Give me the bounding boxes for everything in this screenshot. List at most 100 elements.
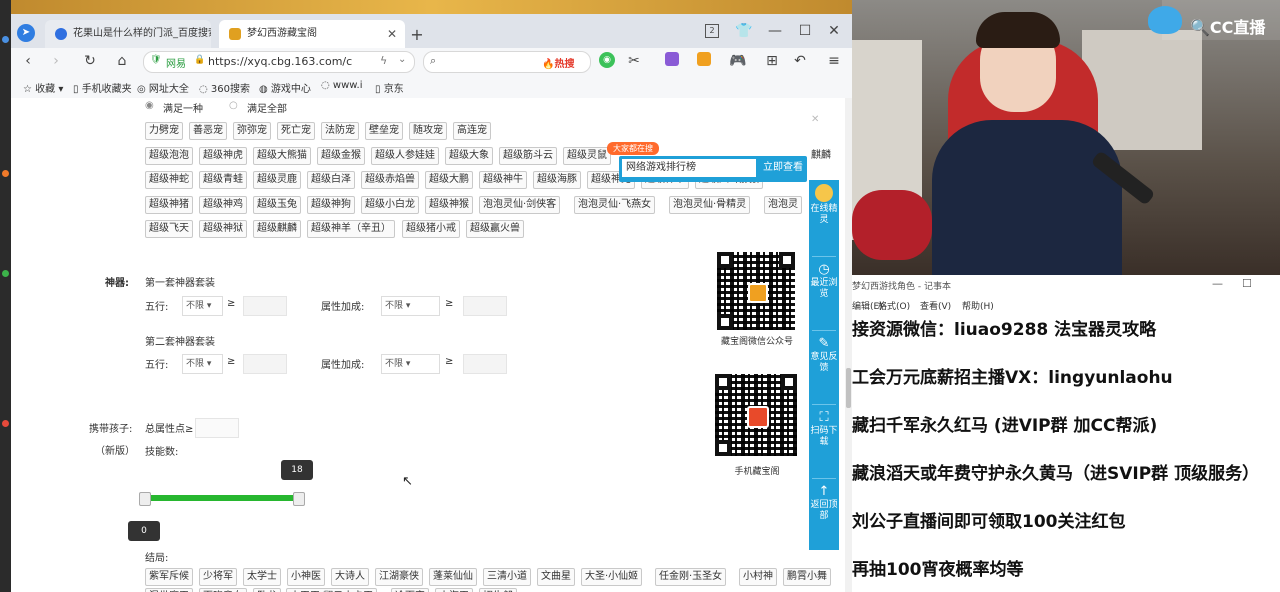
maximize-icon[interactable]: ☐ (1242, 277, 1252, 290)
gamepad-icon[interactable]: 🎮 (729, 52, 747, 70)
option-chip[interactable]: 超级神牛 (479, 171, 527, 189)
option-chip[interactable]: 超级筋斗云 (499, 147, 557, 165)
total-attr-input[interactable] (195, 418, 239, 438)
bookmark-item[interactable]: ◍ 游戏中心 (259, 80, 311, 95)
option-chip[interactable]: 超级神狱 (199, 220, 247, 238)
option-chip[interactable]: 超级神猪 (145, 196, 193, 214)
option-chip[interactable]: 超级海豚 (533, 171, 581, 189)
option-chip[interactable]: 超级麒麟 (253, 220, 301, 238)
option-chip[interactable]: 超级大熊猫 (253, 147, 311, 165)
close-icon[interactable]: ✕ (811, 114, 819, 125)
option-chip[interactable]: 混世魔王 (145, 588, 193, 592)
option-chip[interactable]: 小神医 (287, 568, 325, 586)
popup-search-input[interactable]: 网络游戏排行榜 (622, 159, 756, 177)
back-icon[interactable]: ‹ (19, 52, 37, 70)
option-chip[interactable]: 小天王·翻云小卡王 (286, 588, 378, 592)
menu-view[interactable]: 查看(V) (920, 299, 951, 312)
shirt-icon[interactable]: 👕 (735, 22, 752, 40)
option-chip[interactable]: 小海王 (435, 588, 473, 592)
option-chip[interactable]: 超级小白龙 (361, 196, 419, 214)
option-chip[interactable]: 太学士 (243, 568, 281, 586)
window-count-badge[interactable]: 2 (705, 24, 719, 38)
option-chip[interactable]: 超级人参娃娃 (371, 147, 439, 165)
search-box[interactable]: ⌕ 🔥热搜 (423, 51, 591, 73)
taskbar-icon[interactable] (2, 270, 9, 277)
option-chip[interactable]: 任金刚·玉圣女 (655, 568, 727, 586)
tab-cbg[interactable]: 梦幻西游藏宝阁 ✕ (219, 20, 405, 48)
option-chip[interactable]: 高连宠 (453, 122, 491, 140)
option-chip[interactable]: 大圣·小仙姬 (581, 568, 643, 586)
option-chip[interactable]: 鹏霄小舞 (783, 568, 831, 586)
option-chip[interactable]: 蓬莱仙仙 (429, 568, 477, 586)
home-icon[interactable]: ⌂ (113, 52, 131, 70)
slider-min-handle[interactable] (139, 492, 151, 506)
bolt-icon[interactable]: ϟ (380, 54, 387, 67)
taskbar-icon[interactable] (2, 36, 9, 43)
option-chip[interactable]: 善恶宠 (189, 122, 227, 140)
option-chip[interactable]: 少将军 (199, 568, 237, 586)
attr-select-1[interactable]: 不限 ▾ (381, 296, 440, 316)
menu-help[interactable]: 帮助(H) (962, 299, 994, 312)
chevron-down-icon[interactable]: ⌄ (398, 54, 406, 65)
option-chip[interactable]: 超级飞天 (145, 220, 193, 238)
option-chip[interactable]: 超级神鸡 (199, 196, 247, 214)
attr-value-input-2[interactable] (463, 354, 507, 374)
option-chip[interactable]: 招牛郎 (479, 588, 517, 592)
option-chip[interactable]: 法防宠 (321, 122, 359, 140)
shield-icon[interactable] (697, 52, 711, 66)
option-chip[interactable]: 超级青蛙 (199, 171, 247, 189)
extension-green-icon[interactable]: ◉ (599, 52, 615, 68)
radio-any-label[interactable]: 满足一种 (163, 100, 203, 115)
browser-logo-icon[interactable]: ➤ (17, 24, 35, 42)
option-chip[interactable]: 超级神蛇 (145, 171, 193, 189)
option-chip[interactable]: 三清小道 (483, 568, 531, 586)
option-chip[interactable]: 超级大象 (445, 147, 493, 165)
option-chip[interactable]: 超级神虎 (199, 147, 247, 165)
scan-download-button[interactable]: ⛶ 扫码下载 (809, 410, 839, 448)
hot-search-label[interactable]: 🔥热搜 (542, 55, 574, 70)
close-tab-icon[interactable]: ✕ (387, 20, 397, 48)
option-chip[interactable]: 超级大鹏 (425, 171, 473, 189)
radio-dot-icon[interactable]: ○ (229, 100, 238, 111)
menu-icon[interactable]: ≡ (825, 52, 843, 70)
slider-max-handle[interactable] (293, 492, 305, 506)
taskbar-icon[interactable] (2, 170, 9, 177)
bookmark-item[interactable]: ◌ www.i (321, 80, 362, 91)
wuxing-select-2[interactable]: 不限 ▾ (182, 354, 223, 374)
bookmark-item[interactable]: ▯ 手机收藏夹 (73, 80, 132, 95)
option-chip[interactable]: 超级神猴 (425, 196, 473, 214)
wuxing-select-1[interactable]: 不限 ▾ (182, 296, 223, 316)
option-chip[interactable]: 卧龙 (253, 588, 281, 592)
option-chip[interactable]: 超级金猴 (317, 147, 365, 165)
tab-baidu[interactable]: 花果山是什么样的门派_百度搜索 (45, 20, 211, 48)
bookmark-item[interactable]: ◌ 360搜索 (199, 80, 250, 95)
option-chip[interactable]: 江湖豪侠 (375, 568, 423, 586)
option-chip[interactable]: 小村神 (739, 568, 777, 586)
pet-option[interactable]: 麒麟 (807, 147, 835, 165)
feedback-button[interactable]: ✎ 意见反馈 (809, 336, 839, 374)
wuxing-value-input-1[interactable] (243, 296, 287, 316)
option-chip[interactable]: 力劈宠 (145, 122, 183, 140)
option-chip[interactable]: 超级赢火兽 (466, 220, 524, 238)
option-chip[interactable]: 超级神羊（辛丑） (307, 220, 395, 238)
option-chip[interactable]: 超级玉兔 (253, 196, 301, 214)
skill-slider-track[interactable] (143, 495, 301, 501)
option-chip[interactable]: 大诗人 (331, 568, 369, 586)
bookmark-item[interactable]: ◎ 网址大全 (137, 80, 189, 95)
wuxing-value-input-2[interactable] (243, 354, 287, 374)
attr-value-input-1[interactable] (463, 296, 507, 316)
address-bar[interactable]: 🛡 网易 🔒 https://xyq.cbg.163.com/c ϟ ⌄ (143, 51, 415, 73)
option-chip[interactable]: 泡泡灵仙·骨精灵 (669, 196, 751, 214)
online-sprite-button[interactable]: 在线精灵 (809, 184, 839, 226)
option-chip[interactable]: 冷面宫 (391, 588, 429, 592)
option-chip[interactable]: 泡泡灵仙·飞燕女 (574, 196, 656, 214)
option-chip[interactable]: 死亡宠 (277, 122, 315, 140)
option-chip[interactable]: 百晓童女 (199, 588, 247, 592)
recent-browse-button[interactable]: ◷ 最近浏览 (809, 262, 839, 300)
popup-search-button[interactable]: 立即查看 (761, 159, 805, 177)
maximize-icon[interactable]: ☐ (797, 22, 813, 40)
minimize-icon[interactable]: — (1212, 277, 1223, 290)
option-chip[interactable]: 超级灵鹿 (253, 171, 301, 189)
minimize-icon[interactable]: — (767, 22, 783, 40)
new-tab-icon[interactable]: + (409, 26, 425, 44)
